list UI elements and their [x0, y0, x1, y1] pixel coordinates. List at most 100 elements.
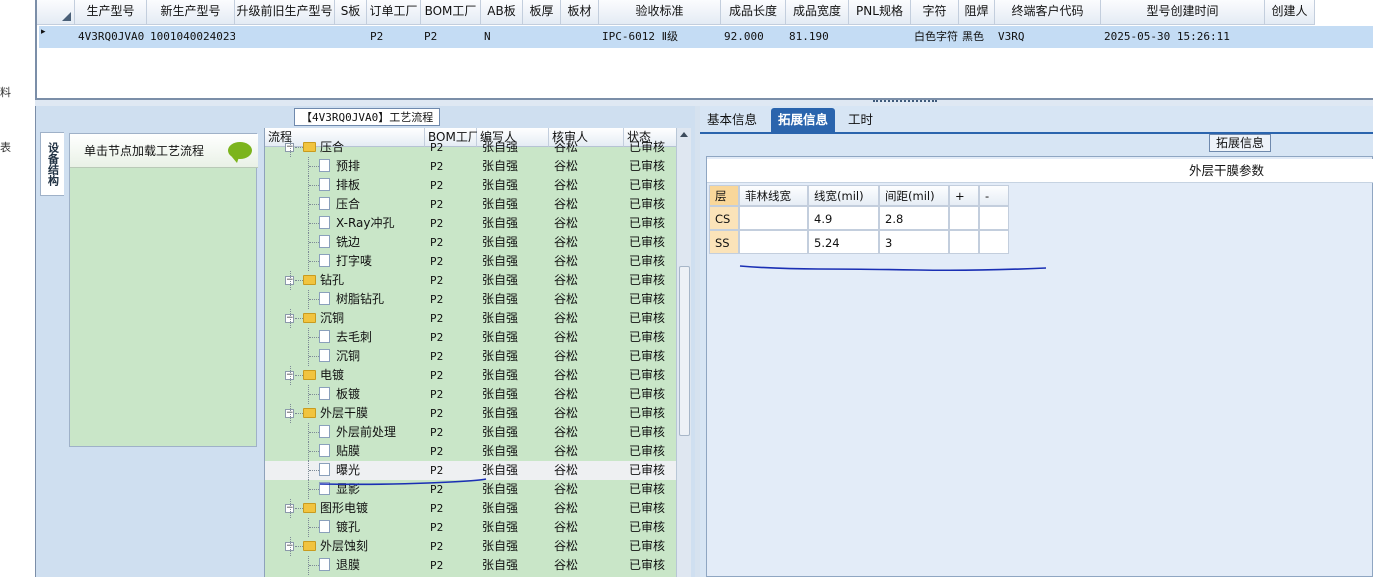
col-header-pnl-spec[interactable]: PNL规格	[849, 0, 911, 25]
tab-basic-info[interactable]: 基本信息	[700, 108, 764, 132]
scroll-up-icon[interactable]	[680, 132, 688, 137]
document-icon	[319, 292, 330, 305]
cell-create-time[interactable]: 2025-05-30 15:26:11	[1104, 26, 1265, 48]
param-cell-spacing[interactable]: 2.8	[879, 206, 949, 230]
tree-step-row[interactable]: 贴膜 P2 张自强 谷松 已审核	[265, 442, 676, 461]
tree-folder-row[interactable]: − 外层干膜 P2 张自强 谷松 已审核	[265, 404, 676, 423]
col-header-acceptance-std[interactable]: 验收标准	[599, 0, 721, 25]
param-header-remove[interactable]: -	[979, 185, 1009, 206]
param-cell-spacing[interactable]: 3	[879, 230, 949, 254]
param-cell-layer[interactable]: CS	[709, 206, 739, 230]
param-cell-film-width[interactable]	[739, 230, 808, 254]
tree-folder-row[interactable]: − 图形电镀 P2 张自强 谷松 已审核	[265, 499, 676, 518]
tree-step-row[interactable]: 排板 P2 张自强 谷松 已审核	[265, 176, 676, 195]
col-header-create-time[interactable]: 型号创建时间	[1101, 0, 1265, 25]
step-writer: 张自强	[482, 501, 519, 515]
cell-prod-model[interactable]: 4V3RQ0JVA0	[78, 26, 147, 48]
cell-length[interactable]: 92.000	[724, 26, 786, 48]
step-status: 已审核	[629, 292, 666, 306]
step-reviewer: 谷松	[554, 216, 579, 230]
cell-s-board[interactable]	[338, 26, 367, 48]
col-header-material[interactable]: 板材	[561, 0, 599, 25]
col-header-s-board[interactable]: S板	[335, 0, 367, 25]
param-cell-layer[interactable]: SS	[709, 230, 739, 254]
col-header-customer-code[interactable]: 终端客户代码	[995, 0, 1101, 25]
tree-folder-row[interactable]: − 外层蚀刻 P2 张自强 谷松 已审核	[265, 537, 676, 556]
col-header-old-prod-model[interactable]: 升级前旧生产型号	[235, 0, 335, 25]
load-process-button[interactable]: 单击节点加载工艺流程	[70, 134, 258, 168]
tree-step-row[interactable]: 打字唛 P2 张自强 谷松 已审核	[265, 252, 676, 271]
col-header-ab-board[interactable]: AB板	[481, 0, 523, 25]
tab-extended-info[interactable]: 拓展信息	[771, 108, 836, 132]
param-header-add[interactable]: +	[949, 185, 979, 206]
cell-character[interactable]: 白色字符	[914, 26, 959, 48]
cell-bom-factory[interactable]: P2	[424, 26, 481, 48]
tree-folder-row[interactable]: − 电镀 P2 张自强 谷松 已审核	[265, 366, 676, 385]
cell-customer-code[interactable]: V3RQ	[998, 26, 1101, 48]
tree-step-row[interactable]: 外层前处理 P2 张自强 谷松 已审核	[265, 423, 676, 442]
tab-device-structure[interactable]: 设备结构	[40, 132, 64, 196]
cell-ab-board[interactable]: N	[484, 26, 523, 48]
tree-step-row[interactable]: 压合 P2 张自强 谷松 已审核	[265, 195, 676, 214]
tree-step-row[interactable]: 退膜 P2 张自强 谷松 已审核	[265, 556, 676, 575]
tree-step-row[interactable]: 铣边 P2 张自强 谷松 已审核	[265, 233, 676, 252]
cell-new-prod-model[interactable]: 10010400240232	[150, 26, 235, 48]
col-header-solder-mask[interactable]: 阻焊	[959, 0, 995, 25]
col-header-creator[interactable]: 创建人	[1265, 0, 1315, 25]
tree-scroll-thumb[interactable]	[679, 266, 690, 436]
param-cell-line-width[interactable]: 5.24	[808, 230, 879, 254]
col-header-new-prod-model[interactable]: 新生产型号	[147, 0, 235, 25]
cell-pnl-spec[interactable]	[852, 26, 911, 48]
cell-order-factory[interactable]: P2	[370, 26, 421, 48]
step-writer: 张自强	[482, 254, 519, 268]
col-header-bom-factory[interactable]: BOM工厂	[421, 0, 481, 25]
col-header-thickness[interactable]: 板厚	[523, 0, 561, 25]
tree-step-row[interactable]: 镀孔 P2 张自强 谷松 已审核	[265, 518, 676, 537]
step-status: 已审核	[629, 330, 666, 344]
cell-solder-mask[interactable]: 黑色	[962, 26, 995, 48]
cell-old-prod-model[interactable]	[238, 26, 335, 48]
tree-step-row[interactable]: 树脂钻孔 P2 张自强 谷松 已审核	[265, 290, 676, 309]
param-cell-line-width[interactable]: 4.9	[808, 206, 879, 230]
param-cell-add[interactable]	[949, 206, 979, 230]
tree-scrollbar[interactable]	[676, 128, 691, 577]
col-header-width[interactable]: 成品宽度	[786, 0, 849, 25]
tree-folder-row[interactable]: − 沉铜 P2 张自强 谷松 已审核	[265, 309, 676, 328]
tree-step-row[interactable]: 去毛刺 P2 张自强 谷松 已审核	[265, 328, 676, 347]
step-name: 贴膜	[336, 444, 361, 458]
step-bom: P2	[430, 426, 444, 439]
step-reviewer: 谷松	[554, 387, 579, 401]
tree-step-row[interactable]: 预排 P2 张自强 谷松 已审核	[265, 157, 676, 176]
step-name: 铣边	[336, 235, 361, 249]
document-icon	[319, 558, 330, 571]
cell-acceptance-std[interactable]: IPC-6012 Ⅱ级	[602, 26, 721, 48]
tree-step-row[interactable]: 板镀 P2 张自强 谷松 已审核	[265, 385, 676, 404]
tree-folder-row[interactable]: − 压合 P2 张自强 谷松 已审核	[265, 138, 676, 157]
tab-work-hours[interactable]: 工时	[841, 108, 880, 132]
step-writer: 张自强	[482, 558, 519, 572]
param-cell-remove[interactable]	[979, 206, 1009, 230]
param-cell-add[interactable]	[949, 230, 979, 254]
cell-width[interactable]: 81.190	[789, 26, 849, 48]
step-reviewer: 谷松	[554, 330, 579, 344]
step-bom: P2	[430, 388, 444, 401]
tree-folder-row[interactable]: − 钻孔 P2 张自强 谷松 已审核	[265, 271, 676, 290]
tree-step-row[interactable]: 沉铜 P2 张自强 谷松 已审核	[265, 347, 676, 366]
param-cell-remove[interactable]	[979, 230, 1009, 254]
param-cell-film-width[interactable]	[739, 206, 808, 230]
step-reviewer: 谷松	[554, 159, 579, 173]
tree-step-row[interactable]: X-Ray冲孔 P2 张自强 谷松 已审核	[265, 214, 676, 233]
col-header-length[interactable]: 成品长度	[721, 0, 786, 25]
col-header-prod-model[interactable]: 生产型号	[75, 0, 147, 25]
cell-creator[interactable]	[1268, 26, 1315, 48]
col-header-character[interactable]: 字符	[911, 0, 959, 25]
cell-thickness[interactable]	[526, 26, 561, 48]
document-icon	[319, 520, 330, 533]
col-header-order-factory[interactable]: 订单工厂	[367, 0, 421, 25]
step-writer: 张自强	[482, 311, 519, 325]
step-bom: P2	[430, 521, 444, 534]
cell-material[interactable]	[564, 26, 599, 48]
step-writer: 张自强	[482, 197, 519, 211]
load-process-panel: 单击节点加载工艺流程	[69, 133, 258, 447]
grid-corner[interactable]	[37, 0, 75, 25]
